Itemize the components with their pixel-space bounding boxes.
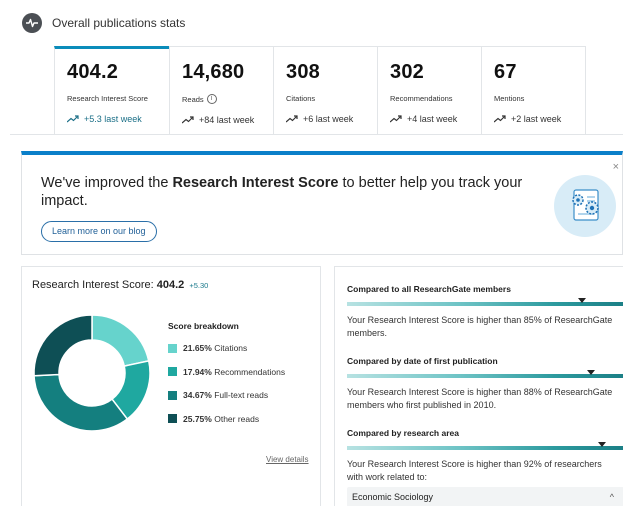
breakdown-title: Score breakdown	[168, 321, 239, 331]
stat-delta: +2 last week	[494, 114, 585, 124]
announcement-banner: We've improved the Research Interest Sco…	[21, 151, 623, 255]
stat-label: Citations	[286, 94, 316, 103]
stat-delta: +84 last week	[182, 115, 273, 125]
comparison-text: Your Research Interest Score is higher t…	[347, 387, 613, 410]
legend-swatch	[168, 343, 177, 353]
percentile-marker	[586, 370, 595, 375]
stat-tab-recommendations[interactable]: 302 Recommendations +4 last week	[377, 47, 481, 135]
trending-up-icon	[494, 115, 506, 123]
legend-swatch	[168, 367, 177, 376]
learn-more-button[interactable]: Learn more on our blog	[41, 221, 157, 242]
stat-value: 67	[494, 61, 517, 83]
stat-value: 308	[286, 61, 320, 83]
view-details-link[interactable]: View details	[266, 455, 309, 464]
activity-pulse-icon	[22, 13, 42, 33]
comparison-all-members: Compared to all ResearchGate members You…	[347, 284, 623, 340]
comparison-text: Your Research Interest Score is higher t…	[347, 459, 602, 482]
stat-tab-citations[interactable]: 308 Citations +6 last week	[273, 47, 377, 135]
banner-message: We've improved the Research Interest Sco…	[41, 175, 523, 209]
percentile-bar	[347, 370, 623, 378]
legend-swatch	[168, 414, 177, 423]
comparison-research-area: Compared by research area Your Research …	[347, 428, 623, 484]
legend-item-recommendations: 17.94% Recommendations	[168, 366, 318, 378]
trending-up-icon	[390, 115, 402, 123]
stat-label: Mentions	[494, 94, 525, 103]
stat-tab-research-interest[interactable]: 404.2 Research Interest Score +5.3 last …	[54, 46, 169, 134]
stat-delta: +6 last week	[286, 114, 377, 124]
publications-stats-page: Overall publications stats 404.2 Researc…	[0, 0, 623, 506]
stat-delta: +5.3 last week	[67, 114, 169, 124]
stat-value: 14,680	[182, 61, 245, 83]
stats-tabs: 404.2 Research Interest Score +5.3 last …	[54, 46, 586, 135]
legend-swatch	[168, 390, 177, 400]
score-breakdown-panel: Research Interest Score: 404.2 +5.30 Sco…	[21, 266, 321, 506]
close-icon[interactable]: ×	[613, 161, 619, 173]
section-divider	[10, 134, 623, 135]
donut-slice-other-reads	[33, 314, 93, 377]
percentile-bar	[347, 442, 623, 450]
trending-up-icon	[67, 115, 79, 123]
percentile-marker	[578, 298, 587, 303]
legend-item-full-text-reads: 34.67% Full-text reads	[168, 389, 318, 401]
stat-value: 302	[390, 61, 424, 83]
stat-label: Research Interest Score	[67, 94, 148, 103]
legend-item-citations: 21.65% Citations	[168, 342, 318, 354]
comparison-title: Compared by research area	[347, 428, 459, 438]
comparison-title: Compared by date of first publication	[347, 356, 498, 366]
stat-tab-mentions[interactable]: 67 Mentions +2 last week	[481, 47, 585, 135]
score-donut-chart	[33, 314, 151, 432]
trending-up-icon	[286, 115, 298, 123]
stat-tab-reads[interactable]: 14,680 Reads i +84 last week	[169, 47, 273, 135]
legend-item-other-reads: 25.75% Other reads	[168, 413, 318, 425]
percentile-bar	[347, 298, 623, 306]
gears-document-icon	[554, 175, 616, 237]
score-breakdown-legend: Score breakdown 21.65% Citations 17.94% …	[168, 321, 318, 436]
donut-slice-citations	[91, 314, 150, 367]
percentile-marker	[597, 442, 606, 447]
stat-label: Recommendations	[390, 94, 453, 103]
chevron-up-icon: ^	[609, 492, 614, 502]
info-icon[interactable]: i	[206, 94, 217, 104]
donut-slice-full-text-reads	[33, 373, 129, 432]
comparison-first-publication: Compared by date of first publication Yo…	[347, 356, 623, 412]
stats-title: Overall publications stats	[52, 16, 186, 30]
trending-up-icon	[182, 116, 194, 124]
stat-label: Reads i	[182, 94, 273, 104]
stats-header: Overall publications stats	[22, 12, 185, 34]
comparison-panel: Compared to all ResearchGate members You…	[334, 266, 623, 506]
research-interest-score-heading: Research Interest Score: 404.2 +5.30	[32, 279, 209, 291]
comparison-title: Compared to all ResearchGate members	[347, 284, 511, 294]
stat-value: 404.2	[67, 61, 119, 83]
stat-delta: +4 last week	[390, 114, 481, 124]
comparison-text: Your Research Interest Score is higher t…	[347, 315, 613, 338]
research-area-value: Economic Sociology	[352, 492, 434, 502]
research-area-select[interactable]: Economic Sociology ^	[347, 487, 623, 506]
